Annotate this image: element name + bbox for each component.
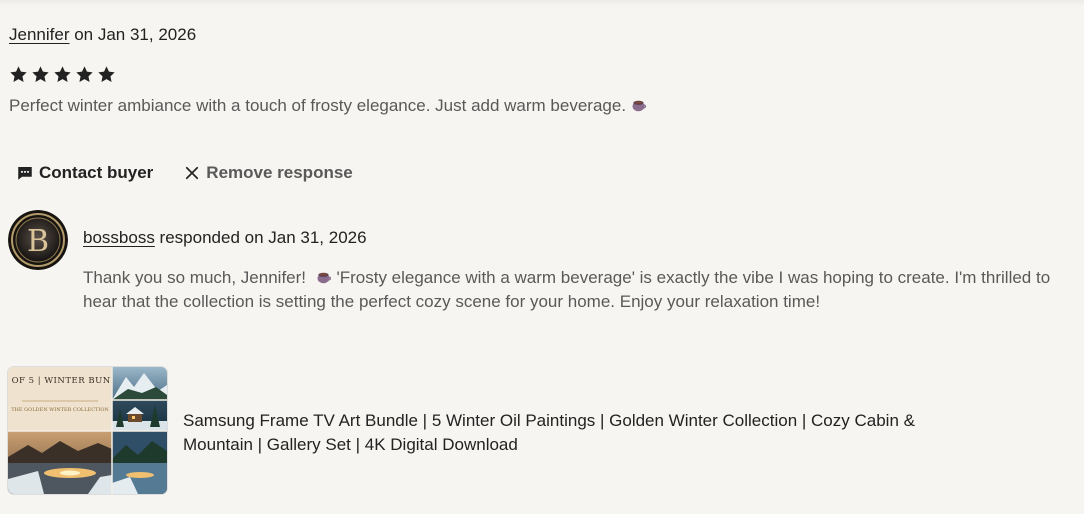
reviewer-name-link[interactable]: Jennifer (9, 25, 69, 44)
star-icon (97, 65, 116, 84)
star-icon (9, 65, 28, 84)
listing-thumbnail[interactable]: SET OF 5 | WINTER BUNDLE THE GOLDEN WINT… (8, 367, 167, 494)
response-text: Thank you so much, Jennifer! 'Frosty ele… (83, 266, 1073, 314)
coffee-cup-icon (630, 96, 647, 113)
remove-response-label: Remove response (206, 163, 353, 182)
star-icon (31, 65, 50, 84)
star-icon (75, 65, 94, 84)
review-text: Perfect winter ambiance with a touch of … (9, 95, 647, 117)
shop-name-link[interactable]: bossboss (83, 228, 155, 247)
avatar-letter: B (27, 224, 49, 259)
remove-response-button[interactable]: Remove response (183, 161, 353, 185)
message-icon (16, 164, 34, 182)
review-header: Jennifer on Jan 31, 2026 (9, 24, 196, 46)
review-date: on Jan 31, 2026 (69, 25, 197, 44)
close-icon (183, 164, 201, 182)
listing-title-link[interactable]: Samsung Frame TV Art Bundle | 5 Winter O… (183, 409, 923, 457)
star-rating (9, 65, 116, 84)
contact-buyer-button[interactable]: Contact buyer (16, 161, 153, 185)
star-icon (53, 65, 72, 84)
response-body-start: Thank you so much, Jennifer! (83, 268, 307, 287)
shop-avatar[interactable]: B (8, 210, 68, 270)
response-date: responded on Jan 31, 2026 (154, 228, 367, 247)
thumb-subtitle: THE GOLDEN WINTER COLLECTION (11, 407, 109, 413)
top-divider (0, 0, 1084, 6)
coffee-cup-icon (315, 268, 332, 285)
review-actions: Contact buyer Remove response (16, 161, 353, 185)
contact-buyer-label: Contact buyer (39, 163, 154, 182)
review-body: Perfect winter ambiance with a touch of … (9, 96, 627, 115)
response-header: bossboss responded on Jan 31, 2026 (83, 227, 367, 249)
